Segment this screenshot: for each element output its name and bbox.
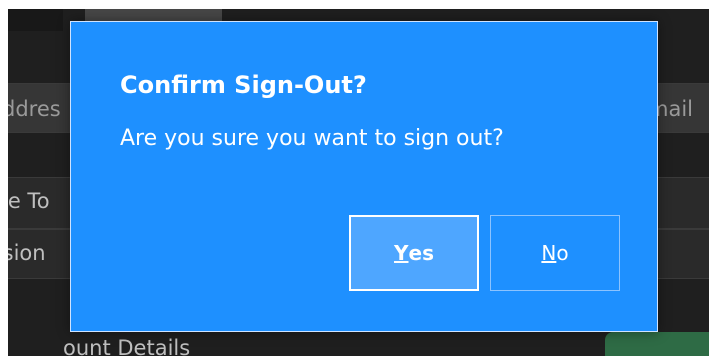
address-field-placeholder[interactable]: ddres (8, 97, 61, 121)
dialog-message: Are you sure you want to sign out? (120, 126, 504, 151)
toolbar-block (8, 9, 63, 31)
account-details-heading: ount Details (63, 336, 191, 356)
no-label-rest: o (556, 241, 569, 265)
no-button[interactable]: No (490, 215, 620, 291)
green-action-button[interactable] (605, 332, 709, 356)
yes-mnemonic: Y (394, 241, 409, 265)
toggle-label: le To (8, 189, 50, 213)
yes-label-rest: es (408, 241, 434, 265)
yes-button[interactable]: Yes (349, 215, 479, 291)
no-mnemonic: N (541, 241, 557, 265)
dialog-title: Confirm Sign-Out? (120, 71, 367, 99)
confirm-signout-dialog: Confirm Sign-Out? Are you sure you want … (70, 21, 658, 332)
version-label: rsion (8, 241, 46, 265)
